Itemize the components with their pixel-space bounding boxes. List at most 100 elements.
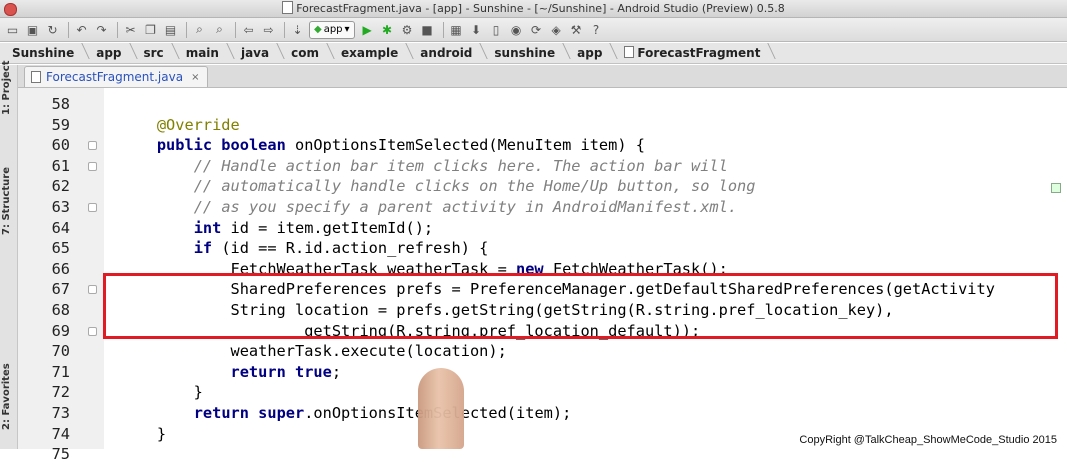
toolbar-separator [235,21,236,38]
attach-debugger-icon[interactable]: ⚙ [399,21,416,38]
forward-icon[interactable]: ⇨ [260,21,277,38]
code-line: } [120,424,166,444]
line-number-gutter: 58 59 60 61 62 63 64 65 66 67 68 69 70 71 72 73 74 75 [18,88,105,463]
code-text: } [120,383,203,402]
code-line: @Override [120,115,240,135]
stop-icon[interactable]: ■ [419,21,436,38]
code-keyword: int [193,218,222,237]
open-folder-icon[interactable]: ▭ [4,21,21,38]
fold-marker-icon[interactable] [88,326,97,336]
save-icon[interactable]: ▣ [24,21,41,38]
line-number: 65 [51,239,70,258]
replace-icon[interactable]: ⌕ [211,21,228,38]
inspection-status-icon [1051,183,1061,193]
pointing-finger [418,368,464,449]
fold-marker-icon[interactable] [88,141,97,151]
java-file-icon [31,71,41,83]
favorites-tool-window-button[interactable]: 2: Favorites [1,363,12,430]
main-toolbar: ▭ ▣ ↻ ↶ ↷ ✂ ❐ ▤ ⌕ ⌕ ⇦ ⇨ ⇣ ◆ app ▾ ▶ ✱ ⚙ ■ … [0,18,1067,42]
paste-icon[interactable]: ▤ [162,21,179,38]
fold-marker-icon[interactable] [88,161,97,171]
line-number: 62 [51,177,70,196]
monitor-icon[interactable]: ◉ [508,21,525,38]
sync-icon[interactable]: ↻ [44,21,61,38]
breadcrumb-item[interactable]: com [283,46,333,60]
code-text: weatherTask.execute(location); [120,342,507,361]
window-title: ForecastFragment.java - [app] - Sunshine… [0,1,1067,15]
line-number: 68 [51,301,70,319]
copy-icon[interactable]: ❐ [142,21,159,38]
code-keyword: public boolean [156,136,286,155]
toolbar-separator [68,21,69,38]
sdk-manager-icon[interactable]: ⬇ [468,21,485,38]
code-line: // Handle action bar item clicks here. T… [120,156,728,176]
breadcrumb-item[interactable]: app [88,46,135,60]
run-icon[interactable]: ▶ [359,21,376,38]
ddms-icon[interactable]: ◈ [548,21,565,38]
code-line: if (id == R.id.action_refresh) { [120,238,489,258]
run-configuration-select[interactable]: ◆ app ▾ [309,20,355,39]
project-structure-icon[interactable]: ▦ [448,21,465,38]
line-number: 64 [51,218,70,237]
line-number: 73 [51,404,70,422]
project-tool-window-button[interactable]: 1: Project [1,61,12,116]
title-bar: ForecastFragment.java - [app] - Sunshine… [0,0,1067,18]
breadcrumb-item[interactable]: app [569,46,616,60]
find-icon[interactable]: ⌕ [191,21,208,38]
settings-icon[interactable]: ⚒ [568,21,585,38]
redo-icon[interactable]: ↷ [93,21,110,38]
code-text: onOptionsItemSelected(MenuItem item) { [285,136,645,155]
tab-forecastfragment[interactable]: ForecastFragment.java × [24,66,209,87]
line-number: 72 [51,383,70,402]
line-number: 74 [51,424,70,443]
back-icon[interactable]: ⇦ [240,21,257,38]
breadcrumb-item[interactable]: main [178,46,233,60]
cut-icon[interactable]: ✂ [122,21,139,38]
structure-tool-window-button[interactable]: 7: Structure [1,167,12,235]
breadcrumb-item[interactable]: android [412,46,486,60]
help-icon[interactable]: ? [588,21,605,38]
code-line: weatherTask.execute(location); [120,341,507,361]
gradle-sync-icon[interactable]: ⟳ [528,21,545,38]
line-number: 58 [51,95,70,113]
copyright-watermark: CopyRight @TalkCheap_ShowMeCode_Studio 2… [799,434,1057,446]
debug-icon[interactable]: ✱ [379,21,396,38]
breadcrumb-item[interactable]: java [233,46,283,60]
make-project-icon[interactable]: ⇣ [289,21,306,38]
breadcrumb-item[interactable]: sunshine [486,46,569,60]
breadcrumb-item[interactable]: example [333,46,412,60]
android-icon: ◆ [314,24,322,35]
line-number: 70 [51,342,70,361]
toolbar-separator [442,21,444,38]
code-comment: // as you specify a parent activity in A… [193,198,738,216]
toolbar-separator [284,21,285,38]
code-comment: // automatically handle clicks on the Ho… [193,177,756,196]
breadcrumb-item[interactable]: src [136,46,178,60]
code-line: // automatically handle clicks on the Ho… [120,176,756,196]
code-line: return super.onOptionsItemSelected(item)… [120,403,572,423]
breadcrumb: Sunshine app src main java com example a… [0,43,1067,64]
code-editor[interactable]: @Override public boolean onOptionsItemSe… [104,88,1067,449]
line-number: 63 [51,198,70,216]
fold-marker-icon[interactable] [88,203,97,212]
toolbar-separator [186,21,187,38]
tool-window-strip: 1: Project 7: Structure 2: Favorites [0,61,18,449]
avd-manager-icon[interactable]: ▯ [488,21,505,38]
fold-marker-icon[interactable] [88,285,97,295]
breadcrumb-item[interactable]: Sunshine [4,46,88,60]
code-keyword: return true [230,362,332,381]
chevron-down-icon: ▾ [344,24,350,35]
close-tab-icon[interactable]: × [191,72,199,83]
class-file-icon [624,46,635,58]
line-number: 61 [51,156,70,175]
breadcrumb-item-class[interactable]: ForecastFragment [616,46,774,60]
code-text: (id == R.id.action_refresh) { [212,239,489,258]
code-text: ; [331,362,342,381]
undo-icon[interactable]: ↶ [73,21,90,38]
code-text: id = item.getItemId(); [221,218,434,237]
